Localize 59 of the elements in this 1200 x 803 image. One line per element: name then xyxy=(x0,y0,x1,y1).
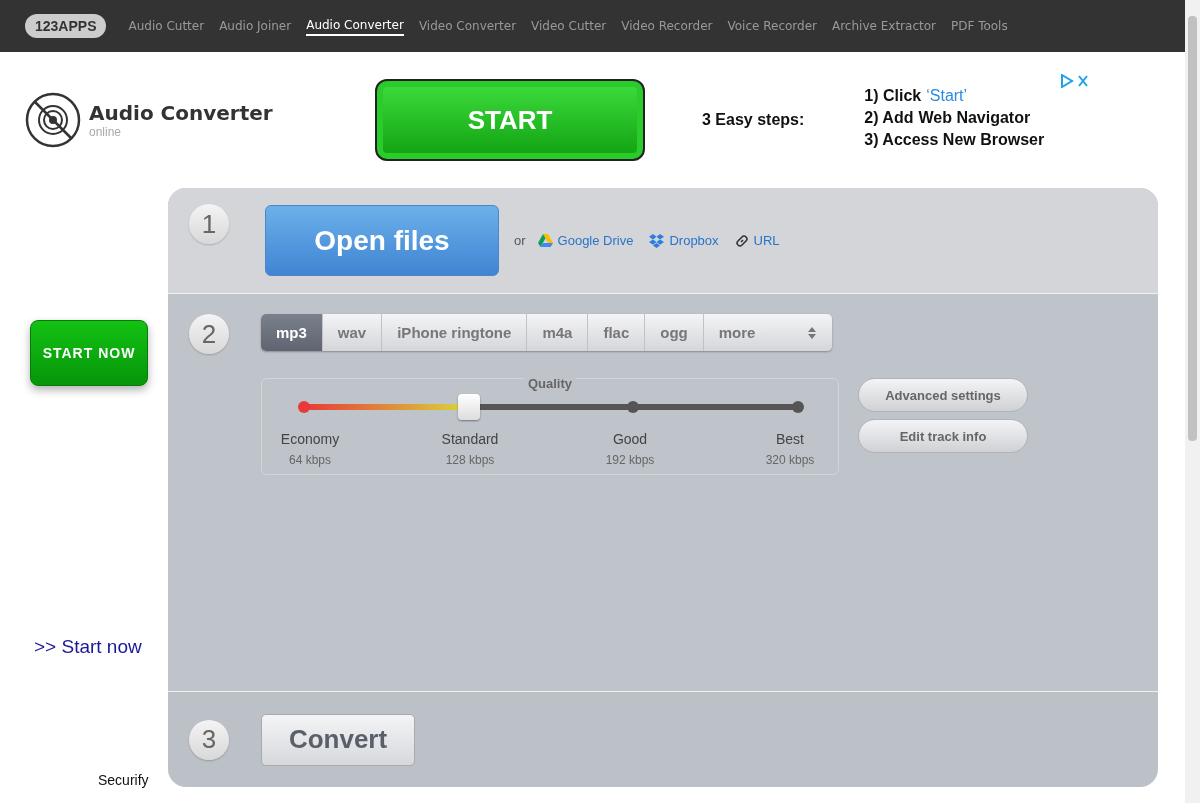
bitrate-text: 320 kbps xyxy=(765,453,815,467)
quality-slider-track[interactable] xyxy=(298,394,804,420)
open-files-button[interactable]: Open files xyxy=(265,205,499,276)
slider-stop[interactable] xyxy=(792,401,804,413)
quality-label: Standard xyxy=(441,431,499,447)
format-tab[interactable]: flac xyxy=(588,314,646,351)
format-tab[interactable]: wav xyxy=(322,314,383,351)
quality-label: Good xyxy=(612,431,648,447)
source-link[interactable]: URL xyxy=(734,233,780,248)
nav-link[interactable]: Video Cutter xyxy=(531,17,607,35)
bitrate-text: 192 kbps xyxy=(605,453,655,467)
ad-step: 2) Add Web Navigator xyxy=(864,109,1045,127)
slider-stop[interactable] xyxy=(627,401,640,413)
step-number: 1 xyxy=(189,204,229,244)
nav-link[interactable]: Audio Joiner xyxy=(219,17,292,35)
nav-link[interactable]: Audio Converter xyxy=(306,16,404,36)
app-subtitle: online xyxy=(89,125,123,139)
settings-button[interactable]: Edit track info xyxy=(858,419,1028,453)
slider-thumb[interactable] xyxy=(457,394,480,420)
quality-label: Best xyxy=(776,431,804,447)
settings-button[interactable]: Advanced settings xyxy=(858,378,1028,412)
ad-step: 1) Click ‘Start’ xyxy=(864,87,1045,105)
nav-link[interactable]: Audio Cutter xyxy=(128,17,205,35)
dropbox-icon xyxy=(649,233,665,248)
app-title: Audio Converter xyxy=(89,101,273,125)
site-logo[interactable]: 123APPS xyxy=(25,14,107,38)
convert-button[interactable]: Convert xyxy=(261,713,415,766)
slider-stop[interactable] xyxy=(298,401,310,413)
nav-link[interactable]: Archive Extractor xyxy=(832,17,936,35)
bitrate-text: 64 kbps xyxy=(289,453,331,467)
ad-choices-icon[interactable] xyxy=(1060,74,1090,88)
nav-link[interactable]: Video Recorder xyxy=(621,17,713,35)
link-icon xyxy=(734,233,749,248)
quality-label: Economy xyxy=(280,431,340,447)
ad-start-button[interactable]: START xyxy=(375,79,645,161)
ad-heading: 3 Easy steps: xyxy=(702,111,805,129)
format-tab[interactable]: iPhone ringtone xyxy=(382,314,528,351)
nav-link[interactable]: PDF Tools xyxy=(950,17,1008,35)
start-now-link[interactable]: >> Start now xyxy=(34,636,142,658)
source-link[interactable]: Google Drive xyxy=(537,233,634,248)
step-number: 3 xyxy=(189,719,229,760)
start-now-button[interactable]: START NOW xyxy=(30,320,148,386)
format-tab[interactable]: mp3 xyxy=(261,314,323,351)
format-tab[interactable]: ogg xyxy=(645,314,704,351)
footer-text: Securify xyxy=(98,772,149,788)
scrollbar[interactable] xyxy=(1185,0,1200,803)
step-number: 2 xyxy=(189,314,229,354)
crossed-disc-icon xyxy=(25,92,81,148)
up-down-caret-icon xyxy=(806,325,817,340)
triangle-icon xyxy=(537,234,553,247)
nav-link[interactable]: Voice Recorder xyxy=(727,17,817,35)
quality-title: Quality xyxy=(523,376,577,391)
source-link[interactable]: Dropbox xyxy=(649,233,719,248)
ad-step: 3) Access New Browser xyxy=(864,131,1045,149)
nav-link[interactable]: Video Converter xyxy=(418,17,517,35)
format-tab[interactable]: m4a xyxy=(527,314,589,351)
format-dropdown[interactable]: more xyxy=(703,314,832,351)
or-text: or xyxy=(514,233,526,248)
bitrate-text: 128 kbps xyxy=(445,453,495,467)
